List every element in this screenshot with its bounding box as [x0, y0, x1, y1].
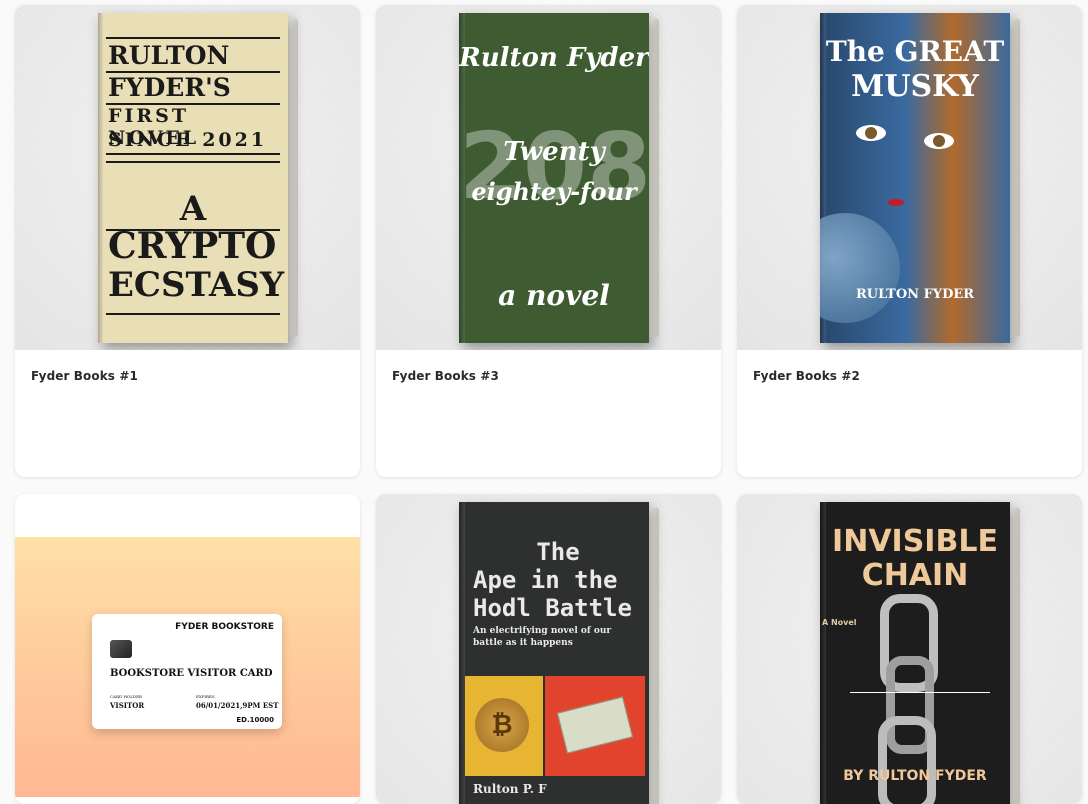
nft-card-3[interactable]: The GREAT MUSKY RULTON FYDER Fyder Books…	[737, 5, 1082, 477]
nft-card-2[interactable]: Rulton Fyder 2084 Twenty eightey-four a …	[376, 5, 721, 477]
nft-card-5[interactable]: The Ape in the Hodl Battle An electrifyi…	[376, 494, 721, 804]
bookstore-visitor-card: FYDER BOOKSTORE BOOKSTORE VISITOR CARD C…	[92, 614, 282, 729]
book-thumbnail[interactable]: The Ape in the Hodl Battle An electrifyi…	[376, 494, 721, 804]
book-thumbnail[interactable]: INVISIBLE CHAIN A Novel BY RULTON FYDER	[737, 494, 1082, 804]
book-cover-crypto-ecstasy: RULTON FYDER'S FIRST NOVEL SINCE 2021 A …	[98, 13, 298, 343]
book-thumbnail[interactable]: RULTON FYDER'S FIRST NOVEL SINCE 2021 A …	[15, 5, 360, 350]
book-cover-great-musky: The GREAT MUSKY RULTON FYDER	[820, 13, 1020, 343]
book-cover-2084: Rulton Fyder 2084 Twenty eightey-four a …	[459, 13, 659, 343]
nft-card-4[interactable]: FYDER BOOKSTORE BOOKSTORE VISITOR CARD C…	[15, 494, 360, 804]
dollar-bill-icon	[545, 676, 645, 776]
nft-card-1[interactable]: RULTON FYDER'S FIRST NOVEL SINCE 2021 A …	[15, 5, 360, 477]
nft-card-6[interactable]: INVISIBLE CHAIN A Novel BY RULTON FYDER	[737, 494, 1082, 804]
chain-icon	[878, 716, 936, 804]
book-cover-invisible-chain: INVISIBLE CHAIN A Novel BY RULTON FYDER	[820, 502, 1020, 804]
card-title[interactable]: Fyder Books #2	[753, 369, 860, 383]
card-chip-icon	[110, 640, 132, 658]
book-thumbnail[interactable]: The GREAT MUSKY RULTON FYDER	[737, 5, 1082, 350]
card-title[interactable]: Fyder Books #3	[392, 369, 499, 383]
book-thumbnail[interactable]: Rulton Fyder 2084 Twenty eightey-four a …	[376, 5, 721, 350]
book-cover-ape-hodl-battle: The Ape in the Hodl Battle An electrifyi…	[459, 502, 659, 804]
card-title[interactable]: Fyder Books #1	[31, 369, 138, 383]
bitcoin-icon: ₿	[465, 676, 543, 776]
